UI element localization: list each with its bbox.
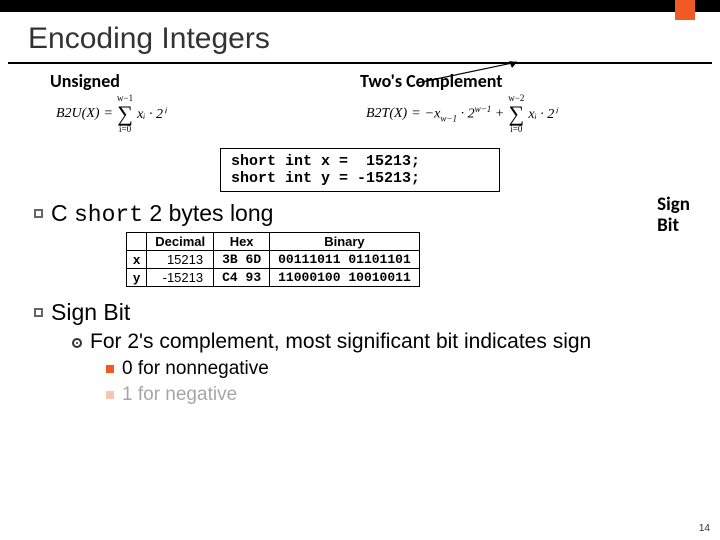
sub-bullet-for: For 2's complement, most significant bit… bbox=[72, 330, 702, 354]
table-row: y -15213 C4 93 11000100 10010011 bbox=[127, 269, 420, 287]
twos-body: xᵢ · 2ⁱ bbox=[528, 106, 556, 123]
table-row: x 15213 3B 6D 00111011 01101101 bbox=[127, 251, 420, 269]
cell-hex: 3B 6D bbox=[214, 251, 270, 269]
orange-square-icon bbox=[106, 391, 114, 399]
twos-lead: −xw−1 · 2w−1 + bbox=[425, 104, 505, 123]
formula-row: Unsigned B2U(X) = w−1 ∑ i=0 xᵢ · 2ⁱ Two'… bbox=[50, 70, 670, 134]
row-hdr: x bbox=[127, 251, 147, 269]
table-header-row: Decimal Hex Binary bbox=[127, 233, 420, 251]
unsigned-heading: Unsigned bbox=[50, 70, 360, 92]
code-box: short int x = 15213; short int y = -1521… bbox=[220, 148, 500, 192]
subsub-0: 0 for nonnegative bbox=[106, 358, 702, 380]
slide-title: Encoding Integers bbox=[8, 12, 712, 64]
cell-bin: 11000100 10010011 bbox=[270, 269, 420, 287]
arrow-icon bbox=[412, 58, 532, 88]
subsub-1: 1 for negative bbox=[106, 384, 702, 406]
b2u-fn: B2U(X) bbox=[56, 106, 100, 122]
th-hex: Hex bbox=[214, 233, 270, 251]
bullets: C short 2 bytes long Decimal Hex Binary … bbox=[0, 198, 720, 406]
th-binary: Binary bbox=[270, 233, 420, 251]
dot-bullet-icon bbox=[72, 338, 82, 348]
sigma-icon: ∑ bbox=[117, 103, 133, 125]
cell-hex: C4 93 bbox=[214, 269, 270, 287]
sum-lower: i=0 bbox=[119, 125, 131, 134]
unsigned-formula: B2U(X) = w−1 ∑ i=0 xᵢ · 2ⁱ bbox=[50, 94, 360, 134]
eq: = bbox=[104, 106, 113, 122]
twos-formula: B2T(X) = −xw−1 · 2w−1 + w−2 ∑ i=0 xᵢ · 2… bbox=[360, 94, 670, 134]
cell-dec: 15213 bbox=[147, 251, 214, 269]
square-bullet-icon bbox=[34, 308, 43, 317]
orange-square-icon bbox=[106, 365, 114, 373]
bullet-c-short-text: C short 2 bytes long bbox=[51, 200, 273, 228]
th-blank bbox=[127, 233, 147, 251]
bullet-sign-bit-text: Sign Bit bbox=[51, 299, 130, 326]
subsub-0-text: 0 for nonnegative bbox=[122, 358, 269, 380]
b2t-fn: B2T(X) bbox=[366, 106, 407, 122]
sum-lower: i=0 bbox=[510, 125, 522, 134]
sub-bullet-text: For 2's complement, most significant bit… bbox=[90, 330, 591, 354]
value-table: Decimal Hex Binary x 15213 3B 6D 0011101… bbox=[126, 232, 702, 287]
subsub-1-text: 1 for negative bbox=[122, 384, 237, 406]
sum-sigma: w−1 ∑ i=0 bbox=[117, 94, 133, 134]
bullet-sign-bit: Sign Bit bbox=[34, 299, 702, 326]
bullet-c-short: C short 2 bytes long bbox=[34, 200, 702, 228]
unsigned-col: Unsigned B2U(X) = w−1 ∑ i=0 xᵢ · 2ⁱ bbox=[50, 70, 360, 134]
th-decimal: Decimal bbox=[147, 233, 214, 251]
cell-bin: 00111011 01101101 bbox=[270, 251, 420, 269]
top-bar bbox=[0, 0, 720, 12]
square-bullet-icon bbox=[34, 209, 43, 218]
page-number: 14 bbox=[699, 523, 710, 534]
accent-square bbox=[675, 0, 695, 20]
cell-dec: -15213 bbox=[147, 269, 214, 287]
sigma-icon: ∑ bbox=[508, 103, 524, 125]
sign-bit-callout: Sign Bit bbox=[657, 195, 690, 237]
row-hdr: y bbox=[127, 269, 147, 287]
eq: = bbox=[411, 106, 420, 122]
data-table: Decimal Hex Binary x 15213 3B 6D 0011101… bbox=[126, 232, 420, 287]
sum-sigma: w−2 ∑ i=0 bbox=[508, 94, 524, 134]
unsigned-body: xᵢ · 2ⁱ bbox=[137, 106, 165, 123]
